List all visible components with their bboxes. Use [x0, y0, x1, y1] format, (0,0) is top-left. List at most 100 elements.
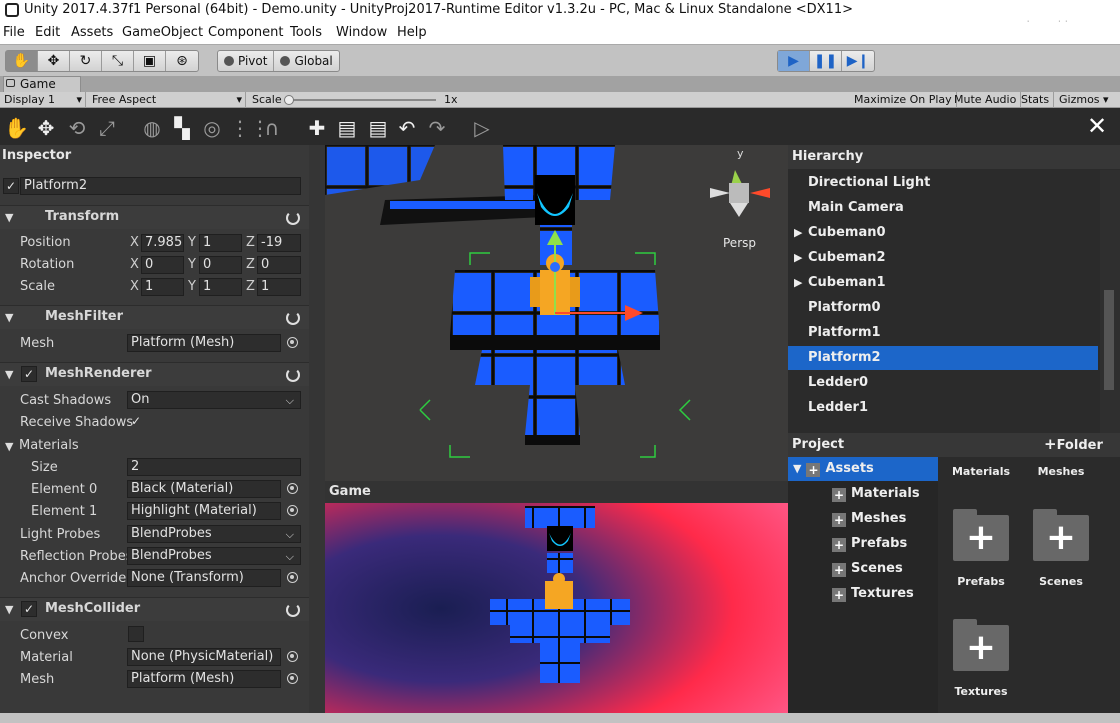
element1-field[interactable]: Highlight (Material) [127, 502, 281, 520]
reflection-probes-select[interactable]: BlendProbes ⌵ [127, 547, 301, 565]
expand-arrow-icon[interactable]: ▼ [793, 462, 801, 475]
scale-tool-button[interactable]: ⤡ [102, 51, 134, 71]
hierarchy-item[interactable]: Platform0 [788, 296, 1098, 320]
center-icon[interactable]: ◎ [200, 116, 224, 140]
collider-mesh-field[interactable]: Platform (Mesh) [127, 670, 281, 688]
expand-arrow-icon[interactable]: ▶ [794, 221, 802, 245]
tree-item-assets[interactable]: ▼ + Assets [788, 457, 938, 481]
object-picker-icon[interactable] [287, 483, 298, 494]
hand-tool-button[interactable]: ✋ [6, 51, 38, 71]
reset-icon[interactable] [286, 368, 300, 382]
asset-tile-meshes[interactable]: Meshes [1031, 465, 1091, 478]
display-select[interactable]: Display 1 ▾ [0, 92, 86, 108]
reset-icon[interactable] [286, 311, 300, 325]
scrollbar-thumb[interactable] [1104, 290, 1114, 390]
play-icon[interactable]: ▷ [470, 116, 494, 140]
menu-assets[interactable]: Assets [71, 25, 113, 40]
hierarchy-item[interactable]: Platform1 [788, 321, 1098, 345]
size-field[interactable]: 2 [127, 458, 301, 476]
meshcollider-header[interactable]: ▼ ✓ MeshCollider [0, 597, 309, 621]
rect-tool-button[interactable]: ▣ [134, 51, 166, 71]
undo-icon[interactable]: ↶ [395, 116, 419, 140]
mesh-field[interactable]: Platform (Mesh) [127, 334, 281, 352]
cast-shadows-select[interactable]: On ⌵ [127, 391, 301, 409]
position-y-field[interactable]: 1 [199, 234, 242, 252]
redo-icon[interactable]: ↷ [425, 116, 449, 140]
folder-icon[interactable]: + [953, 509, 1009, 561]
hierarchy-item[interactable]: ▶ Cubeman1 [788, 271, 1098, 295]
transform-tool-button[interactable]: ⊛ [166, 51, 198, 71]
folder-icon[interactable]: + [1033, 509, 1089, 561]
object-picker-icon[interactable] [287, 651, 298, 662]
rotation-y-field[interactable]: 0 [199, 256, 242, 274]
asset-tile-materials[interactable]: Materials [951, 465, 1011, 478]
hierarchy-scrollbar[interactable] [1100, 170, 1120, 433]
save-icon[interactable]: ▤ [335, 116, 359, 140]
scale-icon[interactable]: ⤢ [95, 116, 119, 140]
add-icon[interactable]: ✚ [305, 116, 329, 140]
meshrenderer-enabled-checkbox[interactable]: ✓ [21, 366, 37, 382]
object-picker-icon[interactable] [287, 673, 298, 684]
object-picker-icon[interactable] [287, 505, 298, 516]
menu-component[interactable]: Component [208, 25, 283, 40]
stats-toggle[interactable]: Stats [1017, 92, 1055, 108]
move-tool-button[interactable]: ✥ [38, 51, 70, 71]
reset-icon[interactable] [286, 211, 300, 225]
hierarchy-item[interactable]: ▶ Cubeman2 [788, 246, 1098, 270]
hierarchy-item-selected[interactable]: Platform2 [788, 346, 1098, 370]
expand-icon[interactable]: ▼ [5, 440, 13, 453]
scale-slider-thumb[interactable] [284, 95, 294, 105]
menu-edit[interactable]: Edit [35, 25, 60, 40]
tree-item-prefabs[interactable]: + Prefabs [832, 532, 907, 556]
hierarchy-item[interactable]: Main Camera [788, 196, 1098, 220]
menu-gameobject[interactable]: GameObject [122, 25, 203, 40]
menu-window[interactable]: Window [336, 25, 387, 40]
globe-icon[interactable]: ◍ [140, 116, 164, 140]
rotate-icon[interactable]: ⟲ [65, 116, 89, 140]
tree-item-materials[interactable]: + Materials [832, 482, 920, 506]
new-folder-button[interactable]: +Folder [1044, 435, 1103, 453]
pivot-button[interactable]: Pivot [218, 51, 275, 71]
save-as-icon[interactable]: ▤ [366, 116, 390, 140]
meshrenderer-header[interactable]: ▼ ✓ MeshRenderer [0, 362, 309, 386]
projection-label[interactable]: Persp [723, 236, 756, 250]
asset-tile-textures[interactable]: Textures [951, 685, 1011, 698]
menu-help[interactable]: Help [397, 25, 427, 40]
object-name-field[interactable]: Platform2 [20, 177, 301, 195]
pause-button[interactable]: ❚❚ [810, 51, 842, 71]
grid-icon[interactable]: ⋮⋮ [230, 116, 270, 140]
rotation-z-field[interactable]: 0 [257, 256, 301, 274]
hierarchy-item[interactable]: Ledder0 [788, 371, 1098, 395]
convex-checkbox[interactable] [128, 626, 144, 642]
gizmos-toggle[interactable]: Gizmos ▾ [1055, 92, 1113, 108]
transform-header[interactable]: ▼ Transform [0, 205, 309, 229]
tree-item-meshes[interactable]: + Meshes [832, 507, 906, 531]
magnet-icon[interactable]: ∩ [260, 116, 284, 140]
anchor-override-field[interactable]: None (Transform) [127, 569, 281, 587]
element0-field[interactable]: Black (Material) [127, 480, 281, 498]
rotation-x-field[interactable]: 0 [141, 256, 184, 274]
position-z-field[interactable]: -19 [257, 234, 301, 252]
asset-tile-prefabs[interactable]: Prefabs [951, 575, 1011, 588]
mute-audio-toggle[interactable]: Mute Audio [950, 92, 1022, 108]
move-icon[interactable]: ✥ [34, 116, 58, 140]
active-checkbox[interactable]: ✓ [3, 178, 19, 194]
reset-icon[interactable] [286, 603, 300, 617]
meshcollider-enabled-checkbox[interactable]: ✓ [21, 601, 37, 617]
expand-arrow-icon[interactable]: ▶ [794, 246, 802, 270]
close-icon[interactable]: ✕ [1087, 112, 1107, 140]
hand-icon[interactable]: ✋ [4, 116, 29, 140]
menu-file[interactable]: File [3, 25, 25, 40]
tree-item-textures[interactable]: + Textures [832, 582, 914, 606]
collider-material-field[interactable]: None (PhysicMaterial) [127, 648, 281, 666]
menu-tools[interactable]: Tools [290, 25, 322, 40]
tree-item-scenes[interactable]: + Scenes [832, 557, 903, 581]
scene-view[interactable]: y Persp [325, 145, 788, 481]
light-probes-select[interactable]: BlendProbes ⌵ [127, 525, 301, 543]
game-view[interactable] [325, 481, 788, 713]
hierarchy-item[interactable]: Directional Light [788, 171, 1098, 195]
inspector-scrollbar[interactable] [309, 145, 325, 713]
object-picker-icon[interactable] [287, 572, 298, 583]
folder-icon[interactable]: + [953, 619, 1009, 671]
rotate-tool-button[interactable]: ↻ [70, 51, 102, 71]
